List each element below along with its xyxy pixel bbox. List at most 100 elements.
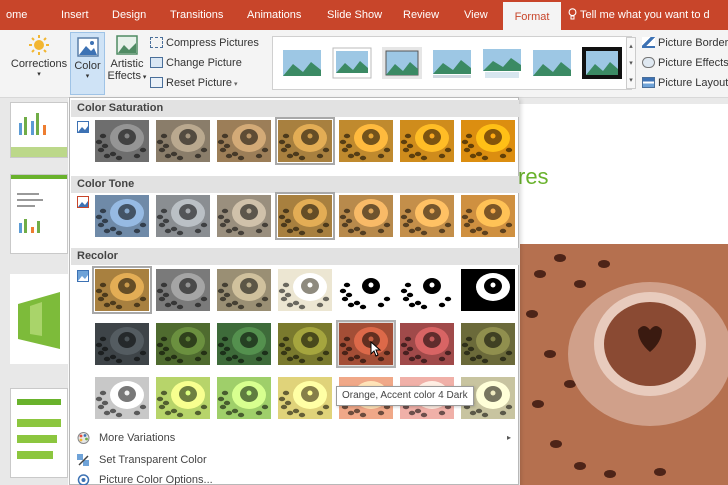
compress-icon [150, 37, 163, 48]
recolor-option[interactable] [336, 320, 396, 368]
recolor-option[interactable] [276, 321, 334, 367]
style-thumb-6[interactable] [531, 46, 573, 80]
picture-border-button[interactable]: Picture Border [642, 37, 728, 49]
saturation-option[interactable] [93, 118, 151, 164]
gallery-scroll[interactable]: ▴ ▾ ▾ [626, 37, 636, 89]
saturation-option[interactable] [275, 117, 335, 165]
recolor-option[interactable] [459, 321, 517, 367]
slide-thumbnail-2[interactable] [10, 174, 68, 254]
tab-animations[interactable]: Animations [247, 0, 301, 30]
corrections-button[interactable]: Corrections ▾ [9, 34, 69, 78]
picture-effects-label: Picture Effects [658, 57, 728, 69]
tone-option[interactable] [459, 193, 517, 239]
picture-styles-gallery [272, 36, 632, 90]
variation-thumbnail [156, 120, 210, 162]
style-thumb-2[interactable] [331, 46, 373, 80]
recolor-option[interactable] [398, 321, 456, 367]
tab-review[interactable]: Review [403, 0, 439, 30]
effects-icon [642, 57, 655, 68]
recolor-option[interactable] [154, 321, 212, 367]
tab-transitions[interactable]: Transitions [170, 0, 223, 30]
style-thumb-7[interactable] [581, 46, 623, 80]
saturation-option[interactable] [459, 118, 517, 164]
tone-option[interactable] [215, 193, 273, 239]
artistic-label-1: Artistic [110, 58, 144, 70]
variation-thumbnail [400, 120, 454, 162]
artistic-label-2: Effects [107, 70, 141, 82]
picture-color-options-item[interactable]: Picture Color Options... [71, 470, 519, 485]
style-thumb-5[interactable] [481, 46, 523, 80]
change-picture-icon [150, 57, 163, 68]
color-picture-icon [76, 37, 99, 57]
tab-insert[interactable]: Insert [61, 0, 89, 30]
compress-label: Compress Pictures [166, 37, 259, 49]
recolor-option[interactable] [276, 375, 334, 421]
variation-thumbnail [278, 323, 332, 365]
picture-color-options-label: Picture Color Options... [99, 474, 213, 485]
green-shape-thumb-graphic [10, 274, 68, 364]
tone-option[interactable] [337, 193, 395, 239]
variation-thumbnail [217, 120, 271, 162]
recolor-option[interactable] [93, 321, 151, 367]
variation-thumbnail [400, 195, 454, 237]
color-button[interactable]: Color ▾ [70, 32, 105, 95]
tell-me-box[interactable]: Tell me what you want to d [568, 0, 710, 30]
saturation-option[interactable] [398, 118, 456, 164]
tab-design[interactable]: Design [112, 0, 146, 30]
compress-pictures-button[interactable]: Compress Pictures [150, 37, 259, 49]
style-thumb-1[interactable] [281, 46, 323, 80]
tab-view[interactable]: View [464, 0, 488, 30]
more-variations-item[interactable]: More Variations ▸ [71, 428, 519, 448]
recolor-option[interactable] [215, 321, 273, 367]
variation-thumbnail [278, 195, 332, 237]
tone-option[interactable] [398, 193, 456, 239]
recolor-option[interactable] [92, 266, 152, 314]
picture-effects-button[interactable]: Picture Effects [642, 57, 728, 69]
variation-thumbnail [278, 377, 332, 419]
variation-thumbnail [95, 195, 149, 237]
recolor-option[interactable] [154, 375, 212, 421]
slide-thumbnail-4[interactable] [10, 388, 68, 478]
change-picture-button[interactable]: Change Picture [150, 57, 242, 69]
reset-picture-label: Reset Picture [166, 77, 233, 89]
color-options-icon [77, 474, 90, 485]
palette-icon [77, 432, 90, 444]
tab-slide-show[interactable]: Slide Show [327, 0, 382, 30]
recolor-option[interactable] [215, 267, 273, 313]
recolor-option[interactable] [337, 267, 395, 313]
slide-title[interactable]: res [518, 164, 549, 190]
slide-thumbnail-1[interactable] [10, 102, 68, 158]
submenu-arrow-icon: ▸ [506, 433, 511, 442]
style-thumb-4[interactable] [431, 46, 473, 80]
saturation-option[interactable] [215, 118, 273, 164]
color-dropdown: Color Saturation Color Tone Recolor More… [69, 97, 519, 485]
set-transparent-color-item[interactable]: Set Transparent Color [71, 450, 519, 470]
reset-picture-button[interactable]: Reset Picture ▾ [150, 77, 238, 89]
tone-option[interactable] [154, 193, 212, 239]
saturation-option[interactable] [154, 118, 212, 164]
recolor-option[interactable] [459, 267, 517, 313]
text-chart-thumb-graphic [11, 175, 67, 233]
chart-thumb-graphic [11, 113, 67, 157]
tell-me-text: Tell me what you want to d [580, 9, 710, 21]
variation-thumbnail [217, 269, 271, 311]
coffee-photo[interactable] [520, 244, 728, 485]
tone-option[interactable] [275, 192, 335, 240]
slide-thumbnail-3[interactable] [10, 274, 68, 364]
layout-icon [642, 77, 655, 88]
picture-layout-button[interactable]: Picture Layout [642, 77, 728, 89]
pencil-border-icon [642, 37, 655, 48]
recolor-option[interactable] [398, 267, 456, 313]
tab-home[interactable]: ome [6, 0, 27, 30]
saturation-option[interactable] [337, 118, 395, 164]
tone-icon [77, 196, 89, 208]
recolor-option[interactable] [215, 375, 273, 421]
tone-option[interactable] [93, 193, 151, 239]
variation-thumbnail [339, 323, 393, 365]
recolor-option[interactable] [276, 267, 334, 313]
tab-format[interactable]: Format [503, 0, 561, 30]
artistic-effects-button[interactable]: Artistic Effects ▾ [106, 34, 148, 82]
recolor-option[interactable] [93, 375, 151, 421]
recolor-option[interactable] [154, 267, 212, 313]
style-thumb-3[interactable] [381, 46, 423, 80]
